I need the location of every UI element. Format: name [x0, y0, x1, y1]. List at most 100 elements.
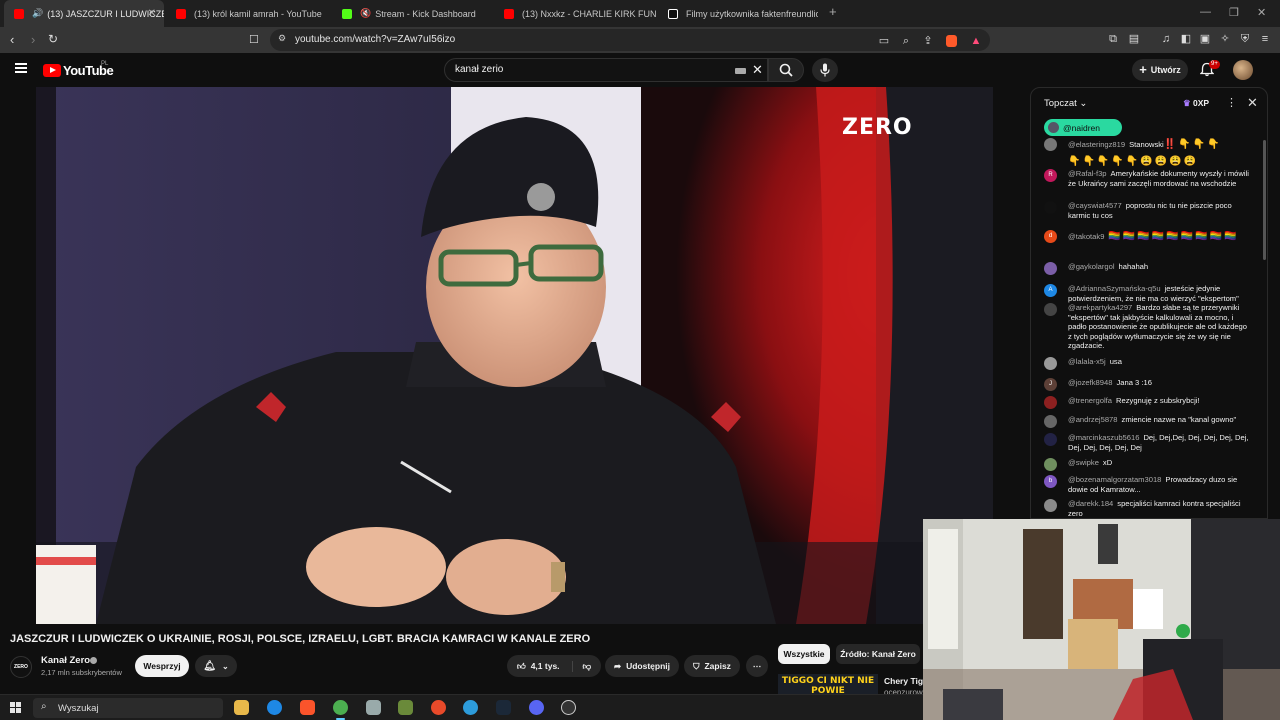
chat-username[interactable]: @jozefk8948 — [1068, 378, 1112, 387]
channel-name-link[interactable]: Kanał Zero — [41, 655, 90, 666]
voice-search-button[interactable] — [812, 58, 838, 82]
forward-icon[interactable]: › — [31, 32, 35, 47]
chat-avatar[interactable] — [1044, 433, 1057, 446]
zoom-icon[interactable]: ⌕ — [900, 35, 912, 47]
media-icon[interactable]: ♫ — [1160, 33, 1172, 45]
file-explorer-icon[interactable] — [234, 700, 249, 715]
chat-username[interactable]: @Rafal-f3p — [1068, 169, 1107, 178]
share-button[interactable]: ➦ Udostępnij — [605, 655, 679, 677]
chat-username[interactable]: @AdriannaSzymańska-q5u — [1068, 284, 1161, 293]
chat-avatar[interactable]: b — [1044, 475, 1057, 488]
browser-app-icon[interactable] — [463, 700, 478, 715]
create-button[interactable]: + Utwórz — [1132, 59, 1188, 81]
chat-username[interactable]: @marcinkaszub5616 — [1068, 433, 1139, 442]
obs-icon[interactable] — [431, 700, 446, 715]
chat-username[interactable]: @bozenamalgorzatam3018 — [1068, 475, 1161, 484]
chat-avatar[interactable] — [1044, 499, 1057, 512]
reading-list-icon[interactable]: ◧ — [1180, 33, 1192, 45]
chat-menu-icon[interactable]: ⋮ — [1226, 96, 1237, 109]
more-actions-button[interactable]: ⋯ — [746, 655, 768, 677]
search-input[interactable]: kanał zerio ✕ — [444, 58, 768, 82]
brave-icon[interactable] — [300, 700, 315, 715]
chat-avatar[interactable] — [1044, 396, 1057, 409]
chat-avatar[interactable]: J — [1044, 378, 1057, 391]
cast-icon[interactable]: ▭ — [878, 35, 890, 47]
share-page-icon[interactable]: ⇪ — [922, 35, 934, 47]
chat-username[interactable]: @cayswiat4577 — [1068, 201, 1122, 210]
search-button[interactable] — [768, 58, 804, 82]
discord-icon[interactable] — [529, 700, 544, 715]
minimize-icon[interactable]: — — [1200, 6, 1211, 18]
filter-chip-all[interactable]: Wszystkie — [778, 644, 830, 664]
steam-icon[interactable] — [496, 700, 511, 715]
sidebar-icon[interactable]: ▤ — [1128, 33, 1140, 45]
site-info-icon[interactable]: ⚙ — [278, 33, 286, 44]
browser-tab-active[interactable]: 🔊 (13) JASZCZUR I LUDWICZEK ✕ — [4, 0, 164, 27]
wallet-icon[interactable]: ▣ — [1199, 33, 1211, 45]
close-tab-icon[interactable]: ✕ — [148, 8, 156, 19]
chat-xp-badge[interactable]: ♛ 0XP — [1183, 98, 1209, 109]
brave-shields-icon[interactable] — [946, 35, 957, 47]
maximize-icon[interactable]: ❐ — [1229, 6, 1239, 19]
chrome-icon[interactable] — [333, 700, 348, 720]
extensions-icon[interactable]: ⧉ — [1107, 33, 1119, 45]
clear-search-icon[interactable]: ✕ — [752, 62, 763, 78]
reload-icon[interactable]: ↻ — [48, 32, 58, 46]
filter-chip-source[interactable]: Źródło: Kanał Zero — [836, 644, 920, 664]
bookmark-icon[interactable]: ☐ — [249, 33, 259, 46]
browser-tab[interactable]: 🔇 Stream - Kick Dashboard — [332, 0, 496, 27]
chat-username[interactable]: @takotak9 — [1068, 232, 1104, 241]
support-button[interactable]: Wesprzyj — [135, 655, 189, 677]
chat-username[interactable]: @elasteringz819 — [1068, 140, 1125, 149]
chat-avatar[interactable] — [1044, 458, 1057, 471]
chat-avatar[interactable]: R — [1044, 169, 1057, 182]
chat-username[interactable]: @gaykolargol — [1068, 262, 1115, 271]
browser-tab[interactable]: Filmy użytkownika faktenfreundlich — [658, 0, 818, 27]
vpn-icon[interactable]: ⛨ — [1239, 33, 1251, 45]
chat-avatar[interactable] — [1044, 415, 1057, 428]
windows-start-icon[interactable] — [10, 702, 21, 713]
chat-avatar[interactable]: d — [1044, 230, 1057, 243]
browser-menu-icon[interactable]: ≡ — [1259, 33, 1271, 45]
chat-username[interactable]: @arekpartyka4297 — [1068, 303, 1132, 312]
browser-tab[interactable]: (13) Nxxkz - CHARLIE KIRK FUNK (OF — [494, 0, 656, 27]
recommended-video-title[interactable]: Chery Tigg — [884, 676, 928, 686]
close-chat-icon[interactable]: ✕ — [1247, 95, 1258, 111]
hamburger-menu-icon[interactable] — [15, 63, 27, 73]
brave-rewards-icon[interactable]: ▲ — [970, 35, 982, 47]
account-avatar[interactable] — [1233, 60, 1253, 80]
save-button[interactable]: ⛉ Zapisz — [684, 655, 740, 677]
channel-avatar[interactable]: ZERO — [10, 656, 32, 678]
dislike-button[interactable]: 👎︎ — [573, 661, 592, 672]
chat-avatar[interactable] — [1044, 262, 1057, 275]
chat-avatar[interactable]: A — [1044, 284, 1057, 297]
like-button[interactable]: 👍︎ 4,1 tys. — [517, 660, 573, 672]
chat-username[interactable]: @swipke — [1068, 458, 1099, 467]
minecraft-icon[interactable] — [398, 700, 413, 715]
video-player[interactable]: ZERO — [36, 87, 993, 624]
keyboard-icon[interactable] — [735, 68, 746, 74]
pinned-user-chip[interactable]: @naidren — [1044, 119, 1122, 136]
chat-avatar[interactable] — [1044, 357, 1057, 370]
address-bar[interactable]: ⚙ youtube.com/watch?v=ZAw7uI56izo ▭ ⌕ ⇪ … — [270, 29, 990, 51]
taskbar-search-input[interactable]: ⌕ Wyszukaj — [33, 698, 223, 718]
leo-ai-icon[interactable]: ✧ — [1219, 33, 1231, 45]
chat-username[interactable]: @trenergolfa — [1068, 396, 1112, 405]
chat-username[interactable]: @lalala-x5j — [1068, 357, 1106, 366]
chat-avatar[interactable] — [1044, 201, 1057, 214]
app-icon[interactable] — [366, 700, 381, 715]
subscription-bell-button[interactable]: 🔔︎ ⌄ — [195, 655, 237, 677]
new-tab-button[interactable]: + — [829, 4, 837, 19]
chat-avatar[interactable] — [1044, 303, 1057, 316]
chat-avatar[interactable] — [1044, 138, 1057, 151]
browser-tab[interactable]: (13) król kamil amrah - YouTube — [166, 0, 332, 27]
youtube-logo-icon[interactable] — [43, 64, 61, 77]
app-icon[interactable] — [561, 700, 576, 715]
chat-mode-dropdown[interactable]: Topczat ⌄ — [1044, 98, 1087, 109]
chat-username[interactable]: @darekk.184 — [1068, 499, 1113, 508]
chat-username[interactable]: @andrzej5878 — [1068, 415, 1118, 424]
edge-icon[interactable] — [267, 700, 282, 715]
recommended-video-thumbnail[interactable]: TIGGO CI NIKT NIE POWIE — [778, 674, 878, 694]
back-icon[interactable]: ‹ — [10, 32, 14, 47]
close-window-icon[interactable]: ✕ — [1257, 6, 1266, 19]
